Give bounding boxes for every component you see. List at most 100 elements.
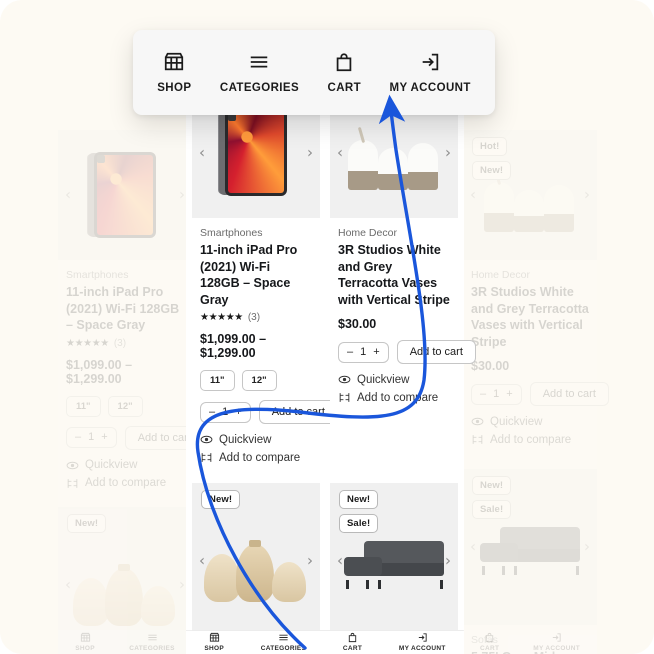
bottom-nav-label: SHOP: [204, 645, 224, 652]
carousel-next-icon[interactable]: ›: [307, 553, 313, 569]
carousel-prev-icon[interactable]: ‹: [199, 553, 205, 569]
star-rating-icon: ★★★★★: [200, 312, 243, 323]
product-info: Home Decor 3R Studios White and Grey Ter…: [330, 218, 476, 413]
quickview-button[interactable]: Quickview: [471, 415, 589, 428]
carousel-next-icon[interactable]: ›: [307, 145, 313, 161]
add-to-cart-button[interactable]: Add to cart: [396, 340, 476, 364]
product-column-right-faded: Hot! New! ‹ › Home Decor 3R Studios Whit…: [463, 130, 609, 654]
nav-item-my-account[interactable]: MY ACCOUNT: [389, 51, 470, 94]
product-category[interactable]: Smartphones: [66, 269, 184, 281]
product-title[interactable]: 11-inch iPad Pro (2021) Wi-Fi 128GB – Sp…: [200, 242, 312, 308]
nav-label-shop: SHOP: [157, 82, 192, 94]
quantity-stepper[interactable]: – 1 +: [200, 401, 251, 423]
quickview-button[interactable]: Quickview: [200, 433, 312, 446]
nav-label-cart: CART: [327, 82, 362, 94]
qty-increment-button[interactable]: +: [235, 406, 241, 418]
storefront-icon: [165, 52, 184, 71]
product-image-carousel[interactable]: New! Sale! ‹ ›: [463, 469, 597, 625]
product-actions: Quickview Add to compare: [471, 415, 589, 446]
status-badge: New!: [339, 490, 379, 509]
product-grid-center: ‹ › Smartphones 11-inch iPad Pro (2021) …: [186, 88, 476, 654]
swatch-option-12[interactable]: 12": [241, 370, 277, 391]
quantity-stepper[interactable]: – 1 +: [471, 383, 522, 405]
add-to-compare-button[interactable]: Add to compare: [200, 451, 312, 464]
carousel-next-icon[interactable]: ›: [445, 553, 451, 569]
product-title[interactable]: 11-inch iPad Pro (2021) Wi-Fi 128GB – Sp…: [66, 284, 184, 334]
sofa-product-image: [342, 539, 446, 590]
bottom-nav-label: CATEGORIES: [129, 645, 175, 652]
bottom-nav-item-shop[interactable]: SHOP: [75, 632, 95, 652]
carousel-prev-icon[interactable]: ‹: [65, 187, 71, 203]
nav-item-cart[interactable]: CART: [327, 51, 361, 94]
qty-increment-button[interactable]: +: [373, 346, 379, 358]
quickview-button[interactable]: Quickview: [66, 459, 184, 472]
app-canvas: ‹ › Smartphones 11-inch iPad Pro (2021) …: [0, 0, 654, 654]
bottom-nav-label: CART: [342, 645, 363, 652]
product-title[interactable]: 3R Studios White and Grey Terracotta Vas…: [338, 242, 450, 308]
swatch-option-11[interactable]: 11": [200, 370, 235, 391]
quantity-stepper[interactable]: – 1 +: [338, 341, 389, 363]
swatch-option[interactable]: 11": [66, 395, 101, 417]
product-card-ipad[interactable]: ‹ › Smartphones 11-inch iPad Pro (2021) …: [192, 88, 338, 473]
swatch-option[interactable]: 12": [107, 395, 143, 417]
add-to-compare-button[interactable]: Add to compare: [338, 391, 450, 404]
product-card-ipad-faded[interactable]: ‹ › Smartphones 11-inch iPad Pro (2021) …: [58, 130, 204, 499]
add-to-cart-button[interactable]: Add to cart: [258, 400, 338, 424]
quickview-label: Quickview: [219, 433, 272, 446]
product-card-terracotta-faded[interactable]: Hot! New! ‹ › Home Decor 3R Studios Whit…: [463, 130, 609, 455]
product-image-carousel[interactable]: New! Sale! ‹ ›: [330, 483, 458, 639]
bottom-nav-item-categories[interactable]: CATEGORIES: [261, 632, 307, 652]
nav-item-categories[interactable]: CATEGORIES: [220, 51, 299, 94]
product-card-rattan[interactable]: New! ‹ › Home Decor 3R Studios White: [192, 483, 320, 654]
carousel-next-icon[interactable]: ›: [179, 187, 185, 203]
product-card-terracotta[interactable]: Hot! ‹ › Home Decor 3R Studios White and…: [330, 88, 476, 473]
product-image-carousel[interactable]: Hot! New! ‹ ›: [463, 130, 597, 260]
carousel-next-icon[interactable]: ›: [179, 577, 185, 592]
add-to-compare-button[interactable]: Add to compare: [471, 433, 589, 446]
add-to-compare-label: Add to compare: [357, 391, 439, 404]
bottom-nav-item-cart[interactable]: CART: [480, 632, 499, 652]
carousel-prev-icon[interactable]: ‹: [337, 553, 343, 569]
product-card-sofa[interactable]: New! Sale! ‹ › Sofas 5.75' Grey Mid-Cent…: [330, 483, 458, 654]
carousel-next-icon[interactable]: ›: [584, 539, 590, 555]
add-to-compare-label: Add to compare: [490, 433, 572, 446]
purchase-row: – 1 + Add to cart: [66, 425, 204, 450]
product-image-carousel[interactable]: New! ‹ ›: [192, 483, 320, 639]
add-to-cart-button[interactable]: Add to cart: [529, 382, 609, 406]
product-title[interactable]: 3R Studios White and Grey Terracotta Vas…: [471, 284, 589, 350]
product-image-carousel[interactable]: ‹ ›: [58, 130, 192, 260]
storefront-icon: [209, 632, 219, 642]
qty-decrement-button[interactable]: –: [75, 432, 81, 443]
purchase-row: – 1 + Add to cart: [338, 340, 476, 364]
bottom-nav-item-categories[interactable]: CATEGORIES: [129, 632, 175, 652]
qty-increment-button[interactable]: +: [101, 432, 107, 443]
nav-item-shop[interactable]: SHOP: [157, 51, 191, 94]
product-category[interactable]: Smartphones: [200, 227, 312, 239]
carousel-prev-icon[interactable]: ‹: [470, 187, 476, 203]
bottom-nav-item-my-account[interactable]: MY ACCOUNT: [399, 632, 446, 652]
qty-decrement-button[interactable]: –: [209, 406, 215, 418]
add-to-compare-button[interactable]: Add to compare: [66, 477, 184, 490]
carousel-next-icon[interactable]: ›: [445, 145, 451, 161]
quickview-button[interactable]: Quickview: [338, 373, 450, 386]
carousel-next-icon[interactable]: ›: [584, 187, 590, 203]
status-badge: Hot!: [472, 137, 508, 156]
qty-value: 1: [493, 387, 500, 400]
product-category[interactable]: Home Decor: [471, 269, 589, 281]
carousel-prev-icon[interactable]: ‹: [65, 577, 71, 592]
product-category[interactable]: Home Decor: [338, 227, 450, 239]
product-card-sofa-faded[interactable]: New! Sale! ‹ › Sofas 5.75' Grey Mid-Cent…: [463, 469, 597, 654]
bottom-nav-item-shop[interactable]: SHOP: [204, 632, 224, 652]
carousel-prev-icon[interactable]: ‹: [337, 145, 343, 161]
ipad-product-image: [225, 110, 287, 196]
carousel-prev-icon[interactable]: ‹: [199, 145, 205, 161]
product-info: Smartphones 11-inch iPad Pro (2021) Wi-F…: [58, 260, 204, 499]
qty-decrement-button[interactable]: –: [347, 346, 353, 358]
bottom-nav-item-cart[interactable]: CART: [343, 632, 362, 652]
qty-decrement-button[interactable]: –: [480, 388, 486, 400]
qty-increment-button[interactable]: +: [506, 388, 512, 400]
carousel-prev-icon[interactable]: ‹: [470, 539, 476, 555]
bottom-navigation-bar: SHOP CATEGORIES CART MY ACCOUNT: [186, 630, 464, 654]
quantity-stepper[interactable]: – 1 +: [66, 427, 117, 448]
bottom-nav-item-my-account[interactable]: MY ACCOUNT: [533, 632, 580, 652]
